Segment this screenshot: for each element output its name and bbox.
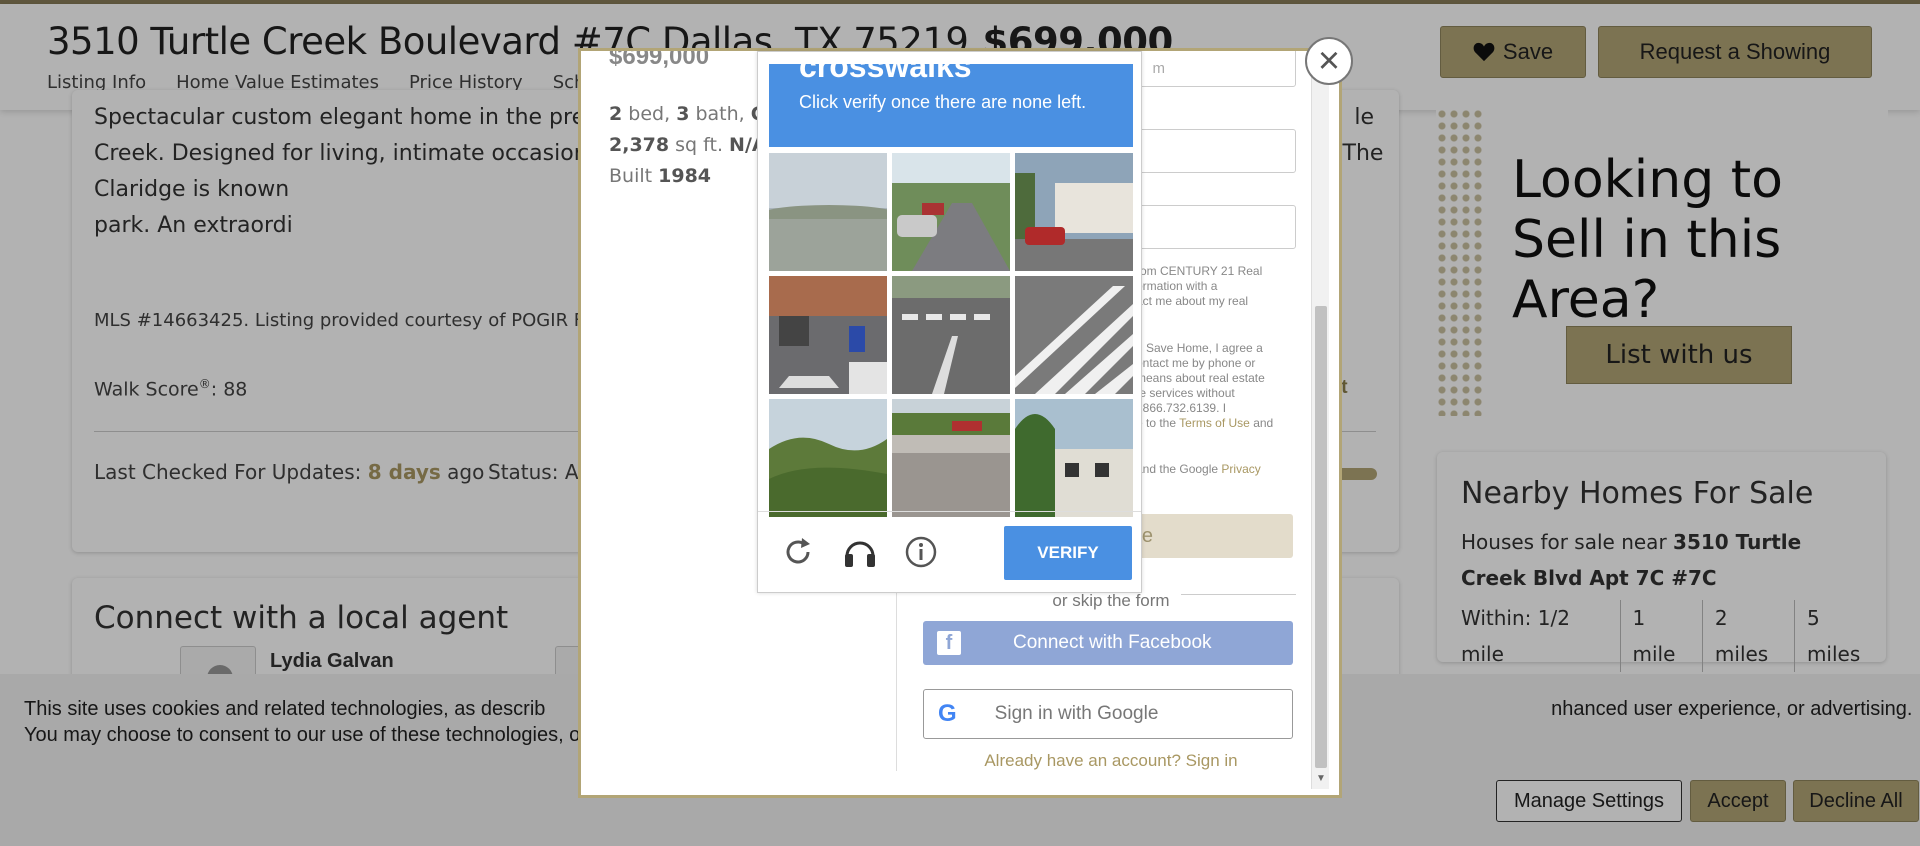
modal-baths-label: bath, (695, 103, 745, 125)
modal-sqft: 2,378 (609, 134, 670, 156)
signin-link[interactable]: Already have an account? Sign in (926, 751, 1296, 771)
modal-baths: 3 (676, 103, 690, 125)
legal-line-4: g Save Home, I agree a (1136, 341, 1263, 355)
privacy-link[interactable]: Privacy (1221, 462, 1260, 476)
modal-specs: 2 bed, 3 bath, CN 2,378 sq ft. N/A Built… (609, 99, 781, 192)
legal-terms-prefix: e to the (1136, 416, 1177, 430)
verify-button[interactable]: VERIFY (1004, 526, 1132, 580)
google-icon: G (938, 700, 957, 727)
modal-beds-label: bed, (628, 103, 671, 125)
captcha-tile-3[interactable] (1015, 153, 1133, 271)
legal-line-6: means about real estate (1136, 371, 1265, 385)
captcha-footer-divider (758, 511, 1141, 512)
captcha-tile-7[interactable] (769, 399, 887, 517)
captcha-tile-1[interactable] (769, 153, 887, 271)
captcha-tile-2[interactable] (892, 153, 1010, 271)
modal-sqft-label: sq ft. (675, 134, 723, 156)
legal-text-1: rom CENTURY 21 Real ormation with a act … (1136, 264, 1262, 309)
captcha-tile-4[interactable] (769, 276, 887, 394)
modal-beds: 2 (609, 103, 623, 125)
legal-line-5: ontact me by phone or (1136, 356, 1256, 370)
captcha-challenge: crosswalks Click verify once there are n… (757, 51, 1142, 593)
legal-line-7: te services without (1136, 386, 1235, 400)
legal-line-3: act me about my real (1136, 294, 1249, 308)
legal-line-8: : 866.732.6139. I (1136, 401, 1227, 415)
captcha-grid (769, 153, 1133, 517)
scroll-down-icon[interactable]: ▼ (1316, 773, 1326, 784)
captcha-tile-6[interactable] (1015, 276, 1133, 394)
captcha-target-word: crosswalks (799, 64, 972, 84)
facebook-icon: f (937, 631, 961, 655)
legal-privacy-prefix: and the Google (1136, 462, 1219, 476)
form-field-1-placeholder: m (1152, 60, 1166, 77)
modal-close-button[interactable]: × (1305, 37, 1353, 85)
terms-of-use-link[interactable]: Terms of Use (1179, 416, 1250, 430)
info-icon[interactable] (901, 532, 941, 572)
legal-line-1: rom CENTURY 21 Real (1136, 264, 1263, 278)
google-label: Sign in with Google (994, 703, 1159, 724)
captcha-tile-5[interactable] (892, 276, 1010, 394)
captcha-header: crosswalks Click verify once there are n… (769, 64, 1133, 147)
captcha-tile-9[interactable] (1015, 399, 1133, 517)
facebook-connect-button[interactable]: f Connect with Facebook (923, 621, 1293, 665)
modal-scroll-thumb[interactable] (1315, 306, 1327, 768)
captcha-instruction: Click verify once there are none left. (799, 92, 1087, 112)
modal-scrollbar[interactable]: ▼ (1311, 51, 1329, 789)
google-signin-button[interactable]: G Sign in with Google (923, 689, 1293, 739)
captcha-tile-8[interactable] (892, 399, 1010, 517)
legal-text-2: g Save Home, I agree a ontact me by phon… (1136, 341, 1273, 431)
legal-line-2: ormation with a (1136, 279, 1218, 293)
refresh-icon[interactable] (778, 532, 818, 572)
legal-text-3: and the Google Privacy (1136, 462, 1261, 477)
modal-built: 1984 (658, 165, 712, 187)
legal-terms-suffix: and (1253, 416, 1274, 430)
skip-form-text: or skip the form (1052, 591, 1170, 610)
audio-challenge-icon[interactable] (840, 532, 880, 572)
modal-built-label: Built (609, 165, 653, 187)
modal-price: $699,000 (609, 48, 710, 70)
facebook-label: Connect with Facebook (1013, 632, 1212, 653)
